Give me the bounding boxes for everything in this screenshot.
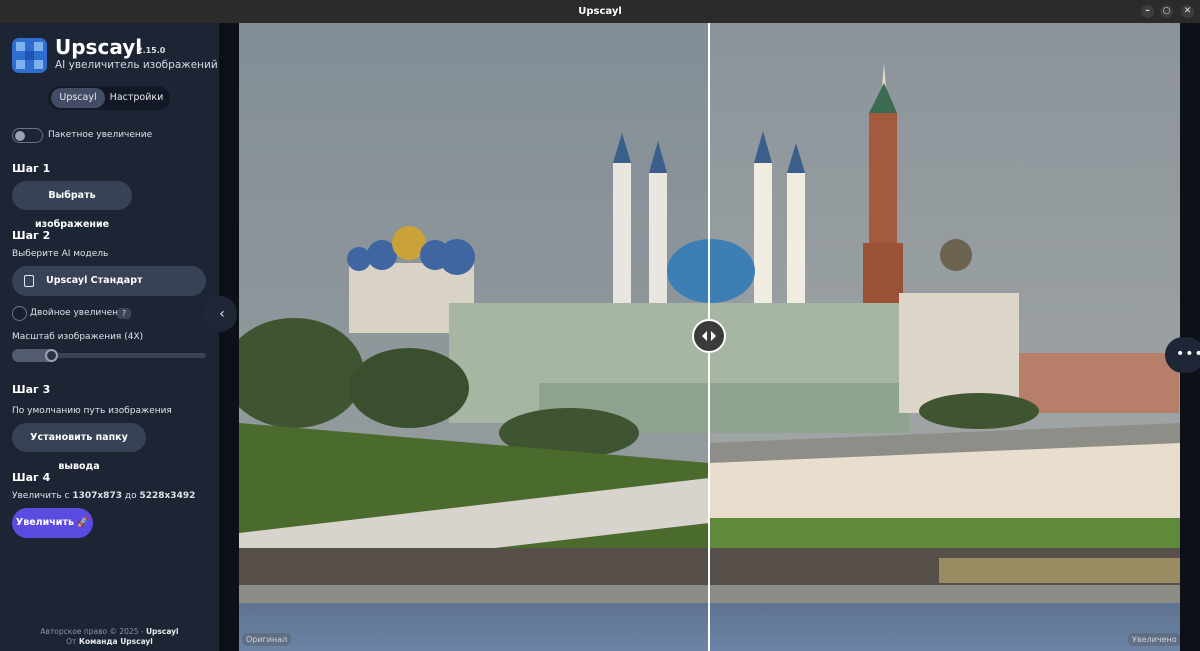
chevron-left-icon: ‹ [219,306,225,322]
from-size: 1307x873 [72,491,122,501]
select-image-button[interactable]: Выбрать изображение [12,181,132,230]
copyright-text: Авторское право © 2025 - [40,627,144,636]
byline-team[interactable]: Команда Upscayl [79,637,153,646]
more-options-button[interactable]: ••• [1165,337,1200,373]
close-icon[interactable]: ✕ [1181,5,1194,18]
help-icon[interactable]: ? [117,308,131,319]
batch-label: Пакетное увеличение [48,130,153,140]
scale-slider-thumb[interactable] [44,349,58,362]
compare-arrows-icon[interactable] [692,319,726,353]
image-compare-viewer[interactable]: Оригинал Увеличено [239,23,1180,651]
scale-label: Масштаб изображения (4X) [12,332,144,342]
scale-slider[interactable] [12,349,206,362]
to-size: 5228x3492 [139,491,196,501]
window-titlebar: Upscayl – ○ ✕ [0,0,1200,23]
more-dots-icon: ••• [1176,346,1200,362]
double-upscale-checkbox[interactable] [12,306,27,321]
upscaled-label: Увеличено [1128,633,1180,646]
tab-settings[interactable]: Настройки [106,88,167,108]
app-subtitle: AI увеличитель изображений [55,59,218,71]
upscale-info-prefix: Увеличить с [12,491,70,501]
app-logo-icon [12,38,47,73]
window-title: Upscayl [578,6,622,17]
sidebar: Upscayl 2.15.0 AI увеличитель изображени… [0,23,219,651]
step1-title: Шаг 1 [12,162,51,175]
batch-toggle[interactable] [12,128,43,143]
step3-title: Шаг 3 [12,383,51,396]
tab-bar: Upscayl Настройки [48,86,170,110]
model-select[interactable]: Upscayl Стандарт [12,266,206,296]
byline-prefix: От [66,637,77,646]
upscale-button[interactable]: Увеличить 🚀 [12,508,93,538]
copyright-brand[interactable]: Upscayl [146,627,179,636]
model-value: Upscayl Стандарт [46,275,143,286]
image-icon [24,275,34,287]
upscale-info: Увеличить с 1307x873 до 5228x3492 [12,491,195,501]
tab-upscayl[interactable]: Upscayl [51,88,105,108]
app-name: Upscayl [55,35,143,59]
original-label: Оригинал [242,633,292,646]
upscale-info-mid: до [124,491,137,501]
double-upscale-label: Двойное увеличение [30,308,130,318]
footer-copyright: Авторское право © 2025 - Upscayl [0,627,219,636]
output-path-label: По умолчанию путь изображения [12,406,172,416]
set-output-folder-button[interactable]: Установить папку вывода [12,423,146,472]
app-version: 2.15.0 [137,46,166,55]
minimize-icon[interactable]: – [1141,5,1154,18]
footer-byline: От Команда Upscayl [0,637,219,646]
maximize-icon[interactable]: ○ [1160,5,1173,18]
step2-title: Шаг 2 [12,229,51,242]
kremlin-photo [239,23,1180,651]
collapse-sidebar-button[interactable]: ‹ [203,296,237,332]
model-label: Выберите AI модель [12,249,109,259]
step4-title: Шаг 4 [12,471,51,484]
